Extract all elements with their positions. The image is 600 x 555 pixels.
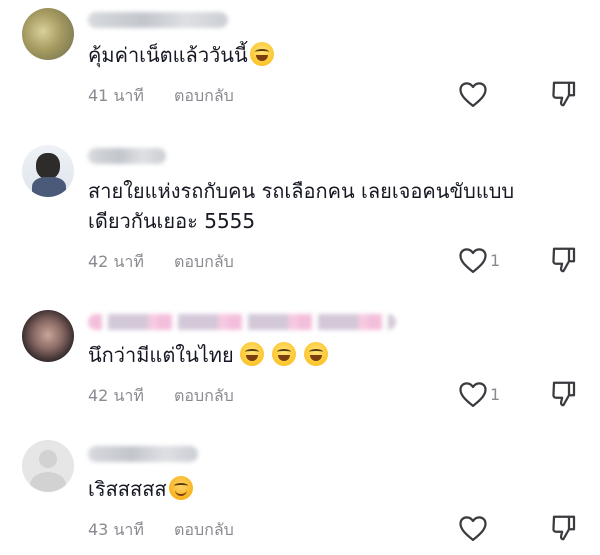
thumbs-down-outline-icon[interactable] bbox=[549, 245, 579, 275]
heart-outline-icon[interactable] bbox=[458, 246, 488, 274]
comment-meta: 42 นาที ตอบกลับ bbox=[88, 250, 234, 275]
comment-time: 41 นาที bbox=[88, 86, 144, 105]
comment-time: 42 นาที bbox=[88, 386, 144, 405]
heart-outline-icon[interactable] bbox=[458, 380, 488, 408]
reply-button[interactable]: ตอบกลับ bbox=[174, 386, 234, 405]
smiling-face-with-hearts-emoji bbox=[168, 476, 193, 500]
grinning-sweat-emoji bbox=[271, 342, 296, 366]
comment-text: สายใยแห่งรถกับคน รถเลือกคน เลยเจอคนขับแบ… bbox=[88, 179, 515, 233]
like-count: 1 bbox=[490, 385, 501, 404]
reply-button[interactable]: ตอบกลับ bbox=[174, 86, 234, 105]
comment-text: เริสสสสส bbox=[88, 474, 193, 504]
grinning-sweat-emoji bbox=[239, 342, 264, 366]
comment-text: นึกว่ามีแต่ในไทย bbox=[88, 340, 328, 370]
comment-meta: 41 นาที ตอบกลับ bbox=[88, 84, 234, 109]
username-blurred[interactable] bbox=[88, 148, 166, 164]
username-blurred[interactable] bbox=[88, 446, 198, 462]
heart-outline-icon[interactable] bbox=[458, 80, 488, 108]
thumbs-down-outline-icon[interactable] bbox=[549, 379, 579, 409]
tears-of-joy-emoji bbox=[249, 42, 274, 66]
username-blurred[interactable] bbox=[88, 12, 228, 28]
reply-button[interactable]: ตอบกลับ bbox=[174, 252, 234, 271]
like-count: 1 bbox=[490, 251, 501, 270]
avatar[interactable] bbox=[22, 310, 74, 362]
avatar[interactable] bbox=[22, 440, 74, 492]
thumbs-down-outline-icon[interactable] bbox=[549, 513, 579, 543]
username-blurred[interactable] bbox=[88, 314, 396, 330]
comment-meta: 42 นาที ตอบกลับ bbox=[88, 384, 234, 409]
heart-outline-icon[interactable] bbox=[458, 514, 488, 542]
reply-button[interactable]: ตอบกลับ bbox=[174, 520, 234, 539]
thumbs-down-outline-icon[interactable] bbox=[549, 79, 579, 109]
avatar[interactable] bbox=[22, 145, 74, 197]
comment-time: 42 นาที bbox=[88, 252, 144, 271]
grinning-sweat-emoji bbox=[303, 342, 328, 366]
avatar[interactable] bbox=[22, 8, 74, 60]
comment-time: 43 นาที bbox=[88, 520, 144, 539]
comment-text: คุ้มค่าเน็ตแล้ววันนี้ bbox=[88, 40, 274, 70]
comment-meta: 43 นาที ตอบกลับ bbox=[88, 518, 234, 543]
